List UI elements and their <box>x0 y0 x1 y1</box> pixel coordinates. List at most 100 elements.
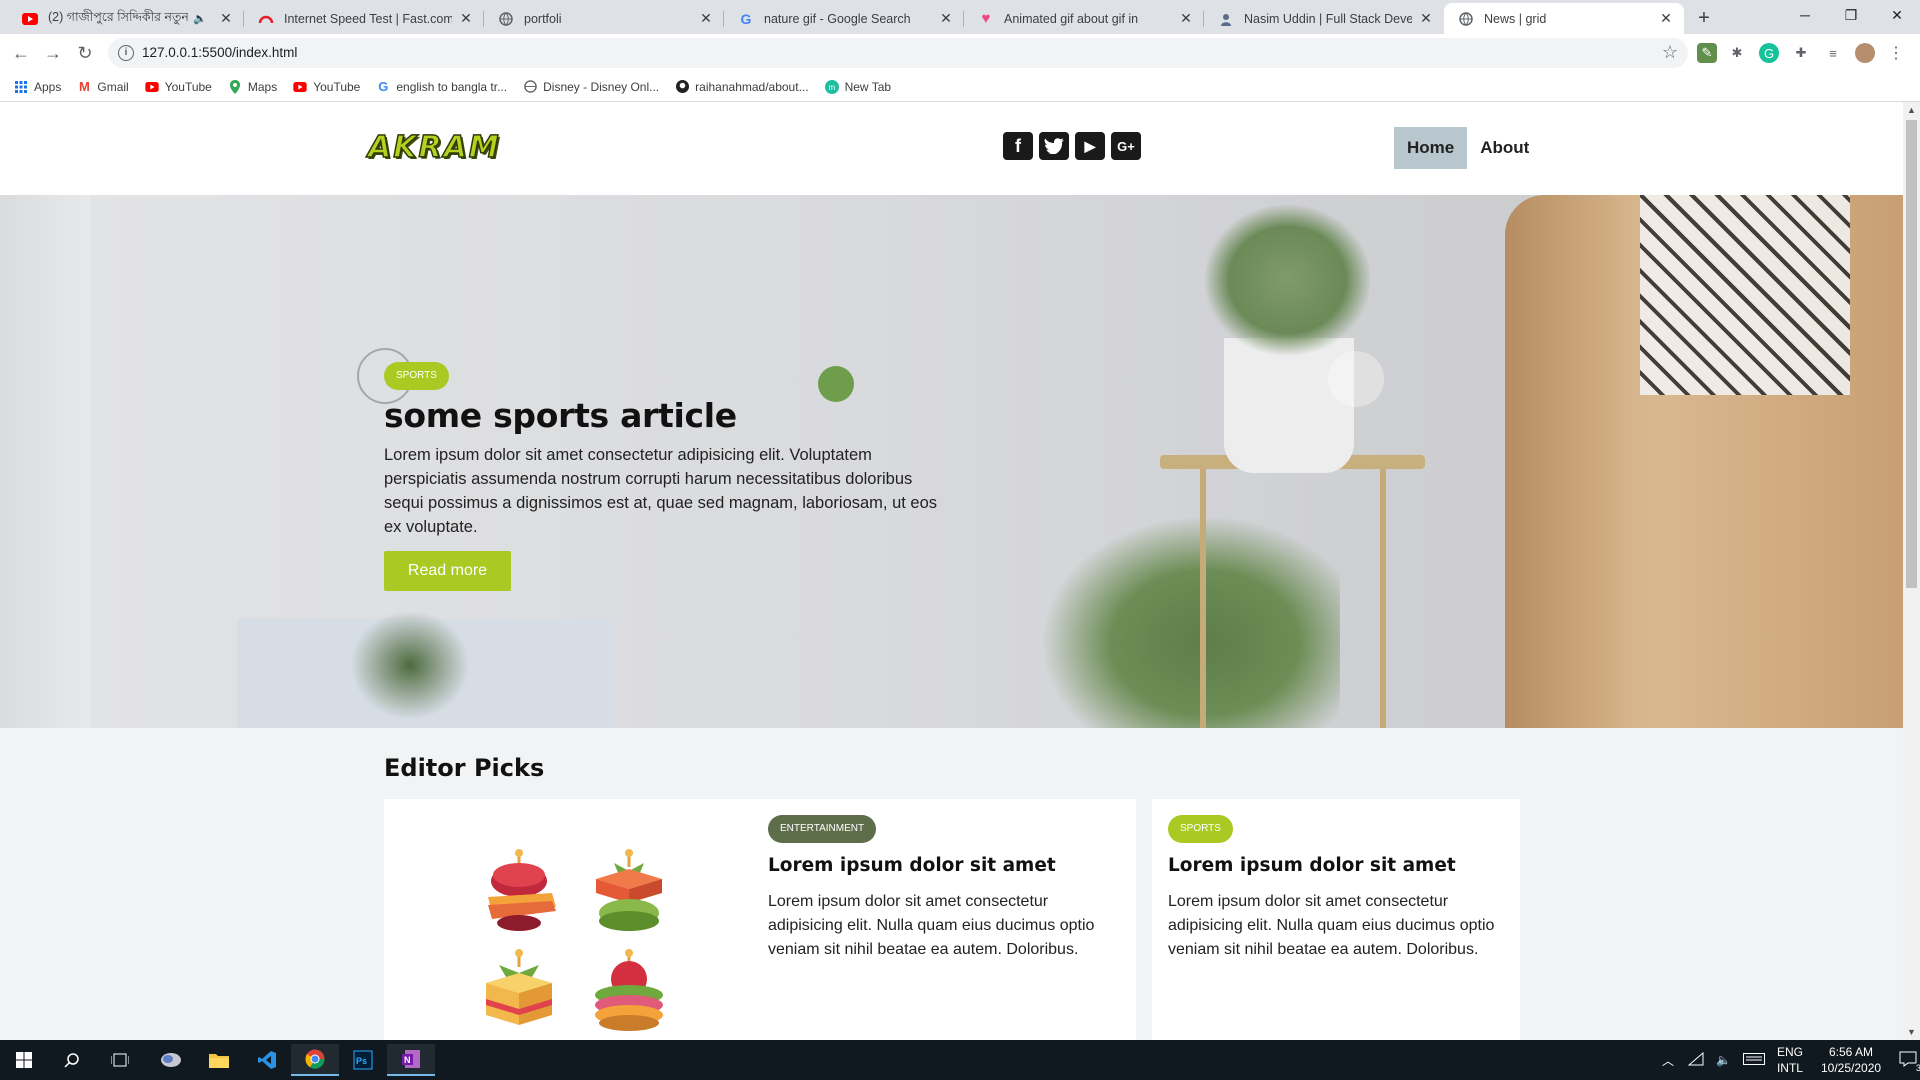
category-badge[interactable]: SPORTS <box>384 362 449 390</box>
nav-about[interactable]: About <box>1467 127 1542 169</box>
close-icon[interactable]: ✕ <box>458 10 474 27</box>
food-illustration <box>488 849 556 931</box>
youtube-icon <box>145 80 159 94</box>
lang-code: ENG <box>1776 1045 1803 1059</box>
bookmark-youtube[interactable]: YouTube <box>145 80 212 94</box>
onenote-icon[interactable]: N <box>387 1044 435 1076</box>
youtube-icon[interactable]: ▶ <box>1075 132 1105 160</box>
card-title[interactable]: Lorem ipsum dolor sit amet <box>768 855 1118 876</box>
scroll-up-icon[interactable]: ▲ <box>1907 105 1916 115</box>
browser-tab[interactable]: portfoli ✕ <box>484 3 724 34</box>
hero-content: SPORTS some sports article Lorem ipsum d… <box>384 362 964 591</box>
window-close-button[interactable]: ✕ <box>1874 0 1920 30</box>
extension-icon[interactable]: ✎ <box>1697 43 1717 63</box>
editor-pick-card[interactable]: SPORTS Lorem ipsum dolor sit amet Lorem … <box>1152 799 1520 1040</box>
close-icon[interactable]: ✕ <box>218 10 234 27</box>
bookmark-apps[interactable]: Apps <box>14 80 61 94</box>
heart-icon: ♥ <box>981 10 991 27</box>
keyboard-icon[interactable] <box>1742 1052 1765 1068</box>
browser-tab[interactable]: G nature gif - Google Search ✕ <box>724 3 964 34</box>
speaker-icon[interactable]: 🔈 <box>192 11 208 27</box>
browser-tab[interactable]: Internet Speed Test | Fast.com ✕ <box>244 3 484 34</box>
scroll-down-icon[interactable]: ▼ <box>1907 1027 1916 1037</box>
editor-pick-card[interactable]: ENTERTAINMENT Lorem ipsum dolor sit amet… <box>384 799 1136 1040</box>
page-scrollbar[interactable]: ▲ ▼ <box>1903 102 1920 1040</box>
bookmark-star-icon[interactable]: ☆ <box>1662 42 1678 63</box>
svg-text:m: m <box>828 83 835 92</box>
url-text[interactable]: 127.0.0.1:5500/index.html <box>142 45 297 60</box>
photoshop-icon[interactable]: Ps <box>339 1044 387 1076</box>
bookmark-translate[interactable]: Genglish to bangla tr... <box>376 79 507 94</box>
globe-icon <box>523 80 537 94</box>
section-title: Editor Picks <box>384 754 545 782</box>
restore-button[interactable]: ❐ <box>1828 0 1874 30</box>
bookmark-maps[interactable]: Maps <box>228 79 277 94</box>
bookmark-gmail[interactable]: M Gmail <box>77 79 129 94</box>
browser-tab[interactable]: (2) গাজীপুরে সিদ্দিকীর নতুন 🔈 ✕ <box>8 3 244 34</box>
bookmark-disney[interactable]: Disney - Disney Onl... <box>523 80 659 94</box>
site-logo[interactable]: AKRAM <box>367 129 501 166</box>
close-icon[interactable]: ✕ <box>938 10 954 27</box>
extensions-puzzle-icon[interactable]: ✚ <box>1791 43 1811 63</box>
menu-kebab-icon[interactable]: ⋮ <box>1886 43 1906 63</box>
close-icon[interactable]: ✕ <box>1178 10 1194 27</box>
close-icon[interactable]: ✕ <box>1658 10 1674 27</box>
bookmark-github[interactable]: raihanahmad/about... <box>675 80 809 94</box>
browser-tab-active[interactable]: News | grid ✕ <box>1444 3 1684 34</box>
nav-home[interactable]: Home <box>1394 127 1468 169</box>
reload-icon[interactable]: ↻ <box>73 41 97 65</box>
vscode-icon[interactable] <box>243 1044 291 1076</box>
close-icon[interactable]: ✕ <box>1418 10 1434 27</box>
maps-icon <box>228 79 242 94</box>
bookmark-youtube-2[interactable]: YouTube <box>293 80 360 94</box>
plant-decoration <box>1040 515 1340 728</box>
language-indicator[interactable]: ENG INTL <box>1777 1044 1803 1076</box>
network-icon[interactable] <box>1687 1051 1704 1069</box>
category-badge[interactable]: SPORTS <box>1168 815 1233 843</box>
file-explorer-icon[interactable] <box>195 1044 243 1076</box>
app-icon[interactable] <box>147 1044 195 1076</box>
twitter-icon[interactable] <box>1039 132 1069 160</box>
address-bar[interactable]: i 127.0.0.1:5500/index.html ☆ <box>108 38 1688 68</box>
bookmark-newtab[interactable]: m New Tab <box>824 79 891 94</box>
hero-banner: SPORTS some sports article Lorem ipsum d… <box>0 195 1903 728</box>
info-icon[interactable]: i <box>118 45 134 61</box>
category-badge[interactable]: ENTERTAINMENT <box>768 815 877 843</box>
svg-text:N: N <box>404 1055 411 1065</box>
gmail-icon: M <box>78 79 90 94</box>
globe-icon <box>498 11 514 27</box>
browser-tab[interactable]: Nasim Uddin | Full Stack Develop ✕ <box>1204 3 1444 34</box>
grammarly-icon[interactable]: G <box>1759 43 1779 63</box>
google-plus-icon[interactable]: G+ <box>1111 132 1141 160</box>
windows-start-icon[interactable] <box>0 1044 48 1076</box>
card-title[interactable]: Lorem ipsum dolor sit amet <box>1168 855 1504 876</box>
browser-tab[interactable]: ♥ Animated gif about gif in ✕ <box>964 3 1204 34</box>
palm-leaf-decoration <box>350 610 470 720</box>
table-leg <box>1200 467 1206 728</box>
chrome-icon[interactable] <box>291 1044 339 1076</box>
scrollbar-thumb[interactable] <box>1906 120 1917 588</box>
volume-icon[interactable]: 🔈 <box>1716 1053 1731 1067</box>
facebook-icon[interactable]: f <box>1003 132 1033 160</box>
minimize-button[interactable]: ─ <box>1782 0 1828 30</box>
notification-count: 3 <box>1916 1062 1920 1073</box>
bug-extension-icon[interactable]: ✱ <box>1727 43 1747 63</box>
clock-time: 6:56 AM <box>1829 1045 1874 1059</box>
clock[interactable]: 6:56 AM 10/25/2020 <box>1821 1044 1881 1076</box>
chevron-up-icon[interactable]: ︿ <box>1662 1052 1674 1069</box>
media-controls-icon[interactable]: ≡ <box>1823 43 1843 63</box>
forward-icon[interactable]: → <box>41 41 65 65</box>
hero-text: Lorem ipsum dolor sit amet consectetur a… <box>384 446 938 536</box>
search-icon[interactable] <box>48 1044 96 1076</box>
back-icon[interactable]: ← <box>9 41 33 65</box>
new-tab-button[interactable]: + <box>1692 6 1716 30</box>
animated-bubble <box>1328 351 1384 407</box>
site-header: AKRAM f ▶ G+ Home About <box>0 102 1903 195</box>
pillow-image <box>1640 195 1850 395</box>
close-icon[interactable]: ✕ <box>698 10 714 27</box>
profile-avatar[interactable] <box>1855 43 1875 63</box>
task-view-icon[interactable] <box>96 1044 144 1076</box>
notifications-icon[interactable]: 3 <box>1899 1051 1920 1073</box>
read-more-button[interactable]: Read more <box>384 551 511 591</box>
card-text: Lorem ipsum dolor sit amet consectetur a… <box>768 893 1095 958</box>
